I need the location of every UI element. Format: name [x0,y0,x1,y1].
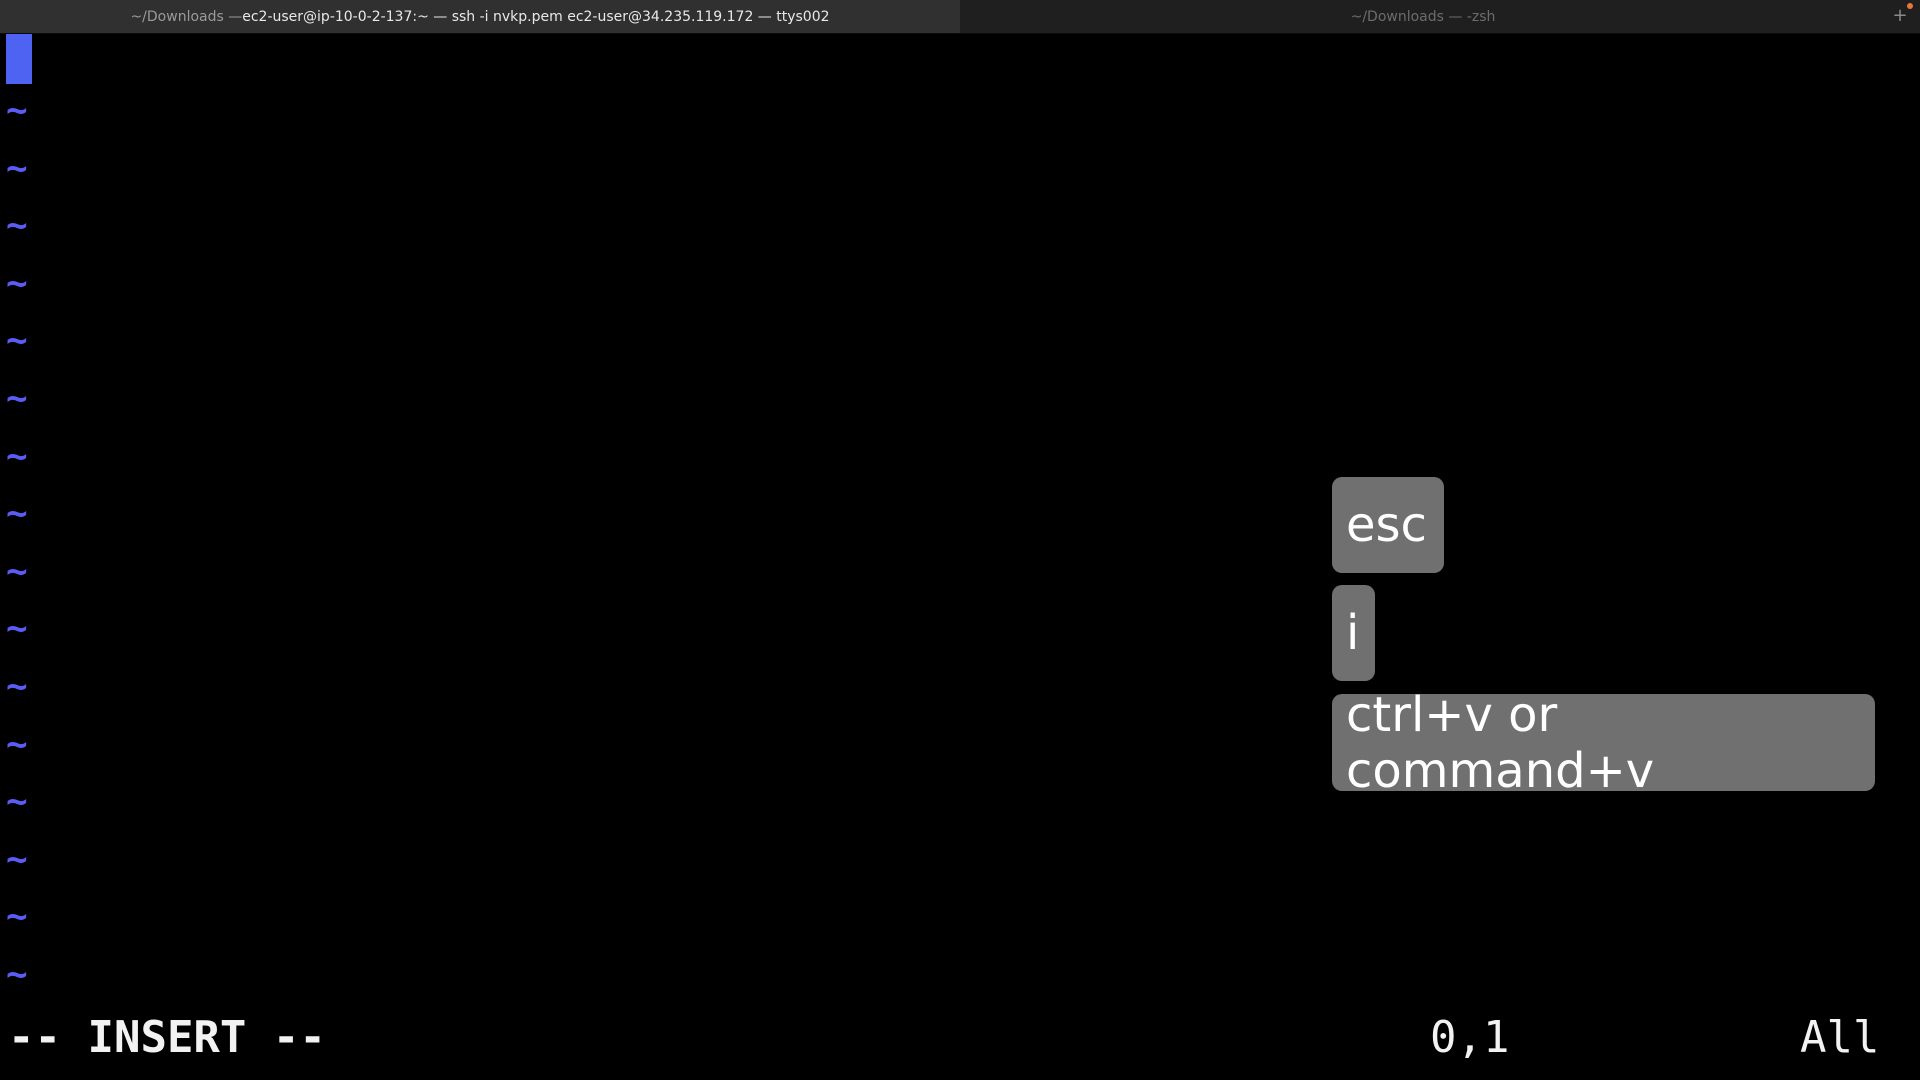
empty-line-tilde: ~ [6,608,28,650]
tab-title: ~/Downloads — -zsh [1350,8,1496,25]
vim-status-line: -- INSERT -- 0,1 All [0,1008,1920,1068]
scroll-indicator: All [1800,1012,1880,1063]
empty-line-tilde: ~ [6,378,28,419]
tab-zsh[interactable]: ~/Downloads — -zsh [960,0,1886,33]
tab-path-prefix: ~/Downloads — [130,8,243,25]
mode-indicator: -- INSERT -- [8,1012,326,1063]
empty-line-tilde: ~ [6,262,28,304]
empty-line-tilde: ~ [6,896,28,938]
terminal-title-bar: ~/Downloads — ec2-user@ip-10-0-2-137:~ —… [0,0,1920,34]
empty-line-tilde: ~ [6,320,28,362]
empty-line-tilde: ~ [6,666,28,707]
empty-line-tilde: ~ [6,435,28,477]
new-tab-button[interactable]: + [1890,3,1913,26]
vim-editor-buffer[interactable]: ~ ~ ~ ~ ~ ~ ~ ~ ~ ~ ~ ~ ~ ~ ~ ~ [0,34,1920,1000]
empty-line-tilde: ~ [6,838,28,880]
tab-ssh-session[interactable]: ~/Downloads — ec2-user@ip-10-0-2-137:~ —… [0,0,960,33]
keycap-esc: esc [1332,477,1444,573]
empty-line-tilde: ~ [6,205,28,247]
tab-title: ec2-user@ip-10-0-2-137:~ — ssh -i nvkp.p… [242,8,830,25]
empty-line-tilde: ~ [6,90,28,131]
plus-icon: + [1892,5,1908,26]
notification-dot [1907,3,1913,9]
empty-line-tilde: ~ [6,954,28,995]
empty-line-tilde: ~ [6,781,28,823]
empty-line-tilde: ~ [6,550,28,592]
cursor-position: 0,1 [1430,1012,1510,1063]
empty-line-tilde: ~ [6,147,28,189]
empty-line-tilde: ~ [6,723,28,765]
empty-line-tilde: ~ [6,493,28,535]
keycap-paste: ctrl+v or command+v [1332,687,1875,799]
keycap-i: i [1332,585,1375,681]
text-cursor [6,34,32,84]
